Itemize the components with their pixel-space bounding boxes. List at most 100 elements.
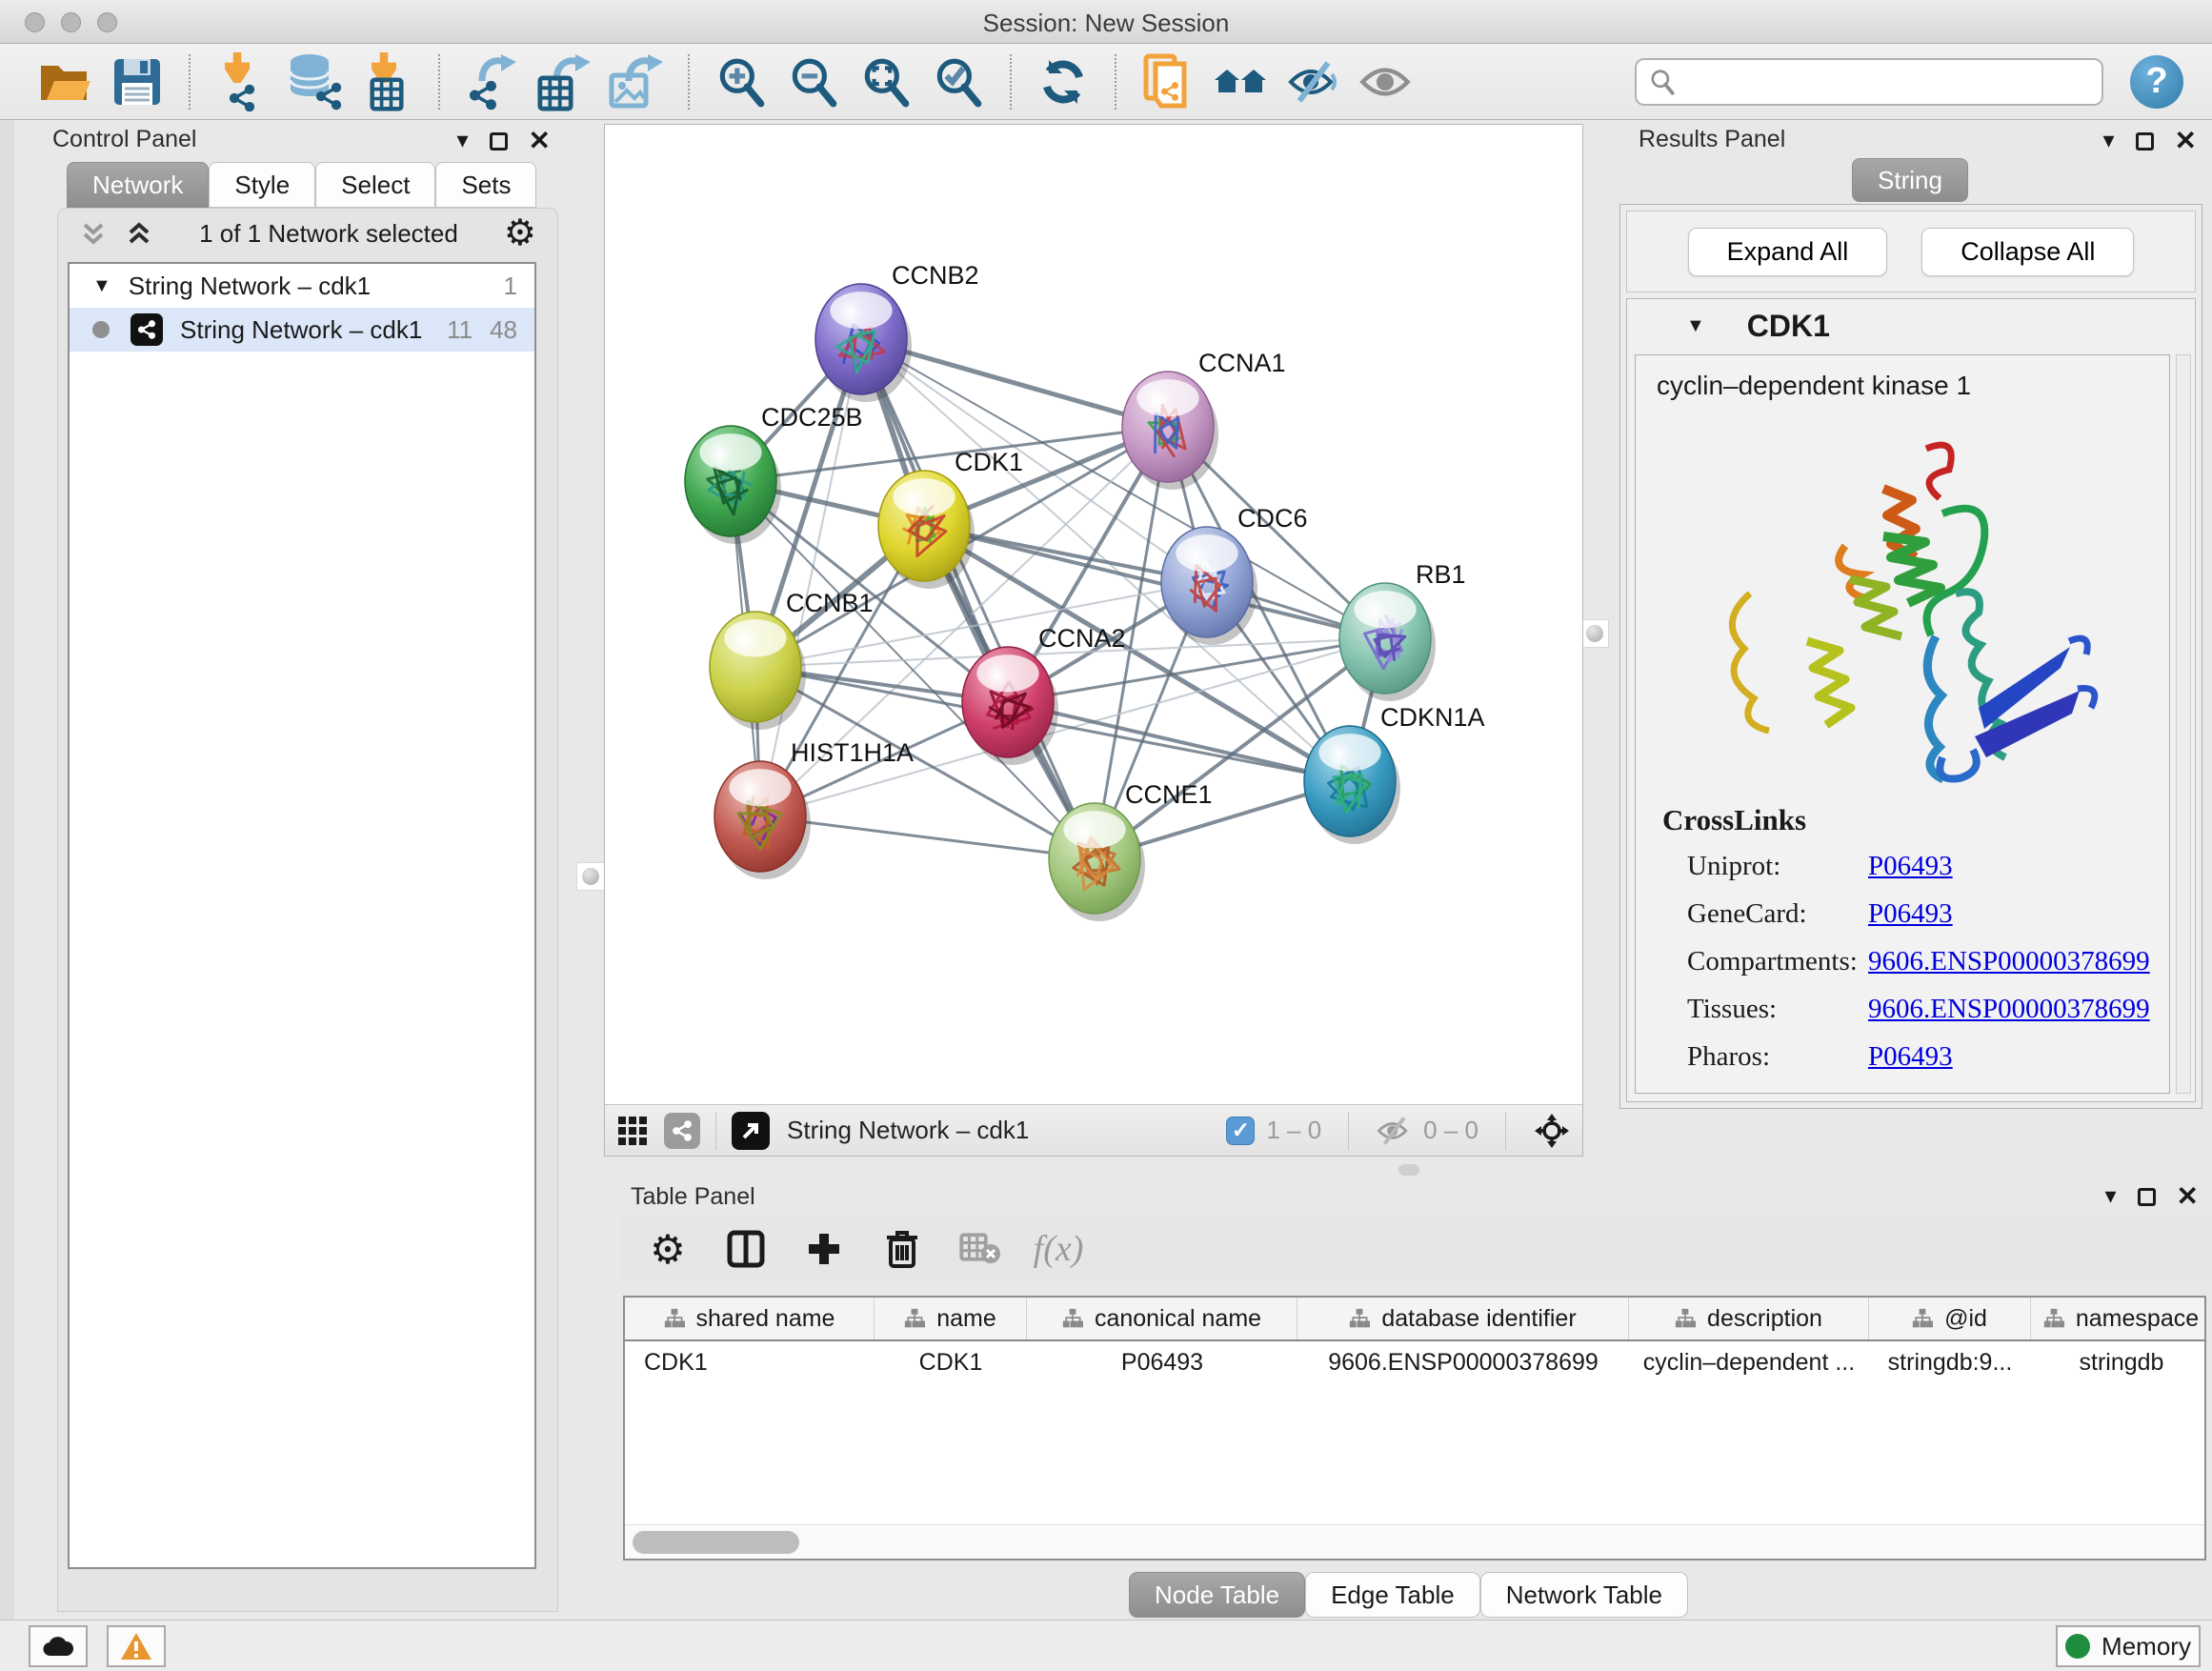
tab-sets[interactable]: Sets <box>435 162 536 208</box>
export-image-button[interactable] <box>607 52 666 111</box>
function-builder-icon[interactable]: f(x) <box>1036 1227 1080 1271</box>
show-all-button[interactable] <box>1356 52 1415 111</box>
column-header-canonical-name[interactable]: canonical name <box>1027 1298 1297 1339</box>
table-panel-menu-button[interactable]: ▾ <box>2104 1185 2116 1208</box>
node-CCNA1[interactable]: CCNA1 <box>1122 349 1286 490</box>
cell-name[interactable]: CDK1 <box>875 1349 1027 1377</box>
export-table-button[interactable] <box>534 52 593 111</box>
birdseye-navigator-icon[interactable] <box>1533 1112 1571 1150</box>
search-input[interactable] <box>1677 67 2090 96</box>
results-panel-menu-button[interactable]: ▾ <box>2102 130 2114 152</box>
table-panel-float-button[interactable] <box>2138 1188 2156 1206</box>
node-HIST1H1A[interactable]: HIST1H1A <box>714 738 914 879</box>
table-options-gear-icon[interactable]: ⚙ <box>646 1227 690 1271</box>
help-button[interactable]: ? <box>2130 55 2183 109</box>
cloud-status-button[interactable] <box>29 1625 88 1667</box>
network-row-selected[interactable]: String Network – cdk1 11 48 <box>70 308 534 352</box>
collapse-all-button[interactable]: Collapse All <box>1921 228 2134 276</box>
first-neighbors-button[interactable] <box>1211 52 1270 111</box>
cell-database-identifier[interactable]: 9606.ENSP00000378699 <box>1297 1349 1629 1377</box>
grid-view-icon[interactable] <box>616 1115 649 1147</box>
selected-indicator-checkbox[interactable]: ✓ <box>1226 1117 1255 1145</box>
control-panel-float-button[interactable] <box>490 132 508 151</box>
tab-select[interactable]: Select <box>315 162 435 208</box>
control-panel-close-button[interactable]: ✕ <box>529 128 551 154</box>
collapse-all-networks-icon[interactable] <box>79 219 108 248</box>
import-table-button[interactable] <box>357 52 416 111</box>
pharos-link[interactable]: P06493 <box>1868 1041 1953 1073</box>
column-header-database-identifier[interactable]: database identifier <box>1297 1298 1629 1339</box>
zoom-in-button[interactable] <box>712 52 771 111</box>
cell-canonical-name[interactable]: P06493 <box>1027 1349 1297 1377</box>
network-collection-row[interactable]: ▼ String Network – cdk1 1 <box>70 264 534 308</box>
network-canvas[interactable]: CCNB2CCNA1CDC25BCDK1CDC6RB1CCNB1CCNA2CDK… <box>605 125 1582 1104</box>
table-horizontal-scrollbar[interactable] <box>625 1524 2204 1559</box>
tab-edge-table[interactable]: Edge Table <box>1305 1572 1480 1618</box>
hidden-eye-slash-icon[interactable] <box>1376 1117 1412 1145</box>
memory-button[interactable]: Memory <box>2056 1625 2201 1667</box>
cell-namespace[interactable]: stringdb <box>2031 1349 2206 1377</box>
edge-CCNB2-CCNE1[interactable] <box>861 339 1095 858</box>
open-session-button[interactable] <box>35 52 94 111</box>
column-header-description[interactable]: description <box>1629 1298 1869 1339</box>
show-columns-icon[interactable] <box>724 1227 768 1271</box>
scrollbar-thumb[interactable] <box>633 1531 799 1554</box>
warnings-button[interactable] <box>107 1625 166 1667</box>
cell-description[interactable]: cyclin–dependent ... <box>1629 1349 1869 1377</box>
tissues-link[interactable]: 9606.ENSP00000378699 <box>1868 994 2150 1025</box>
delete-column-trash-icon[interactable] <box>880 1227 924 1271</box>
node-CDC6[interactable]: CDC6 <box>1161 504 1308 645</box>
results-scrollbar[interactable] <box>2176 354 2191 1094</box>
edge-CCNA2-CDKN1A[interactable] <box>1008 702 1350 781</box>
node-RB1[interactable]: RB1 <box>1339 560 1466 701</box>
network-options-gear-icon[interactable]: ⚙ <box>504 215 536 252</box>
results-panel-close-button[interactable]: ✕ <box>2175 128 2197 154</box>
hide-selected-button[interactable] <box>1283 52 1342 111</box>
gene-collapse-arrow-icon[interactable]: ▼ <box>1686 315 1705 337</box>
node-CDK1[interactable]: CDK1 <box>878 448 1023 589</box>
gene-section-header[interactable]: ▼ CDK1 <box>1627 299 2195 352</box>
left-splitter-handle[interactable] <box>576 862 605 891</box>
delete-table-icon[interactable] <box>958 1227 1002 1271</box>
control-panel-menu-button[interactable]: ▾ <box>456 130 468 152</box>
node-CCNE1[interactable]: CCNE1 <box>1049 780 1213 921</box>
apply-layout-button[interactable] <box>1034 52 1093 111</box>
node-CDC25B[interactable]: CDC25B <box>685 403 863 544</box>
column-header--id[interactable]: @id <box>1869 1298 2031 1339</box>
table-panel-close-button[interactable]: ✕ <box>2177 1183 2199 1210</box>
detach-view-icon[interactable] <box>732 1112 770 1150</box>
collection-expand-arrow-icon[interactable]: ▼ <box>92 275 111 297</box>
zoom-out-button[interactable] <box>784 52 843 111</box>
uniprot-link[interactable]: P06493 <box>1868 851 1953 882</box>
export-network-button[interactable] <box>462 52 521 111</box>
cell-shared-name[interactable]: CDK1 <box>625 1349 875 1377</box>
column-header-name[interactable]: name <box>875 1298 1027 1339</box>
node-CDKN1A[interactable]: CDKN1A <box>1304 703 1485 844</box>
tab-style[interactable]: Style <box>209 162 315 208</box>
tab-node-table[interactable]: Node Table <box>1129 1572 1305 1618</box>
tab-string[interactable]: String <box>1852 158 1968 202</box>
compartments-link[interactable]: 9606.ENSP00000378699 <box>1868 946 2150 977</box>
results-panel-float-button[interactable] <box>2136 132 2154 151</box>
import-network-from-database-button[interactable] <box>285 52 344 111</box>
column-header-shared-name[interactable]: shared name <box>625 1298 875 1339</box>
expand-all-button[interactable]: Expand All <box>1688 228 1888 276</box>
zoom-selected-button[interactable] <box>929 52 988 111</box>
right-splitter-handle[interactable] <box>1580 619 1609 648</box>
zoom-fit-button[interactable] <box>856 52 915 111</box>
tab-network[interactable]: Network <box>67 162 209 208</box>
cell--id[interactable]: stringdb:9... <box>1869 1349 2031 1377</box>
column-header-namespace[interactable]: namespace <box>2031 1298 2206 1339</box>
create-column-plus-icon[interactable] <box>802 1227 846 1271</box>
duplicate-network-button[interactable] <box>1138 52 1197 111</box>
expand-all-networks-icon[interactable] <box>125 219 153 248</box>
genecard-link[interactable]: P06493 <box>1868 898 1953 930</box>
tab-network-table[interactable]: Network Table <box>1480 1572 1688 1618</box>
save-session-button[interactable] <box>108 52 167 111</box>
search-box[interactable] <box>1635 58 2103 106</box>
network-share-view-icon[interactable] <box>664 1113 700 1149</box>
node-CCNB2[interactable]: CCNB2 <box>815 261 979 402</box>
bottom-splitter-handle[interactable] <box>1398 1164 1419 1176</box>
node-table-data-row[interactable]: CDK1CDK1P064939606.ENSP00000378699cyclin… <box>625 1341 2204 1383</box>
import-network-button[interactable] <box>212 52 271 111</box>
